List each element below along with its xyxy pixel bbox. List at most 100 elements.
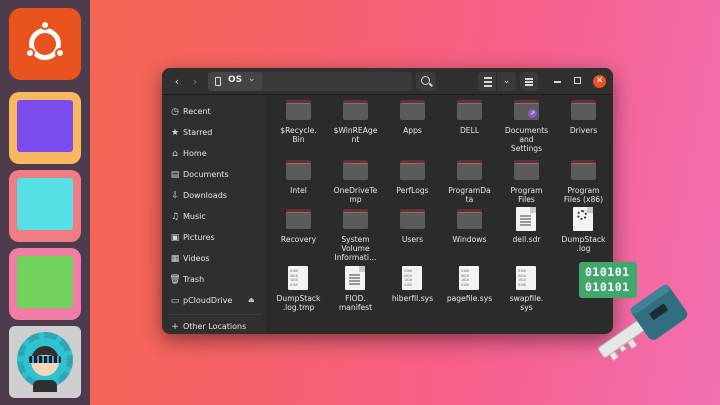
binary-file-icon: 0100 0010 1010 0100 bbox=[516, 266, 536, 290]
file-manager-window: ‹ › OS ⌄ ⌄ ✕ ◷ Recent ★ Starred ⌂ Home ▤… bbox=[162, 68, 613, 334]
sidebar-item-label: Other Locations bbox=[183, 322, 247, 331]
drive-icon: ▭ bbox=[170, 296, 180, 306]
minimize-icon[interactable] bbox=[554, 81, 561, 83]
document-icon: ▤ bbox=[170, 170, 180, 180]
file-name: Users bbox=[401, 235, 424, 244]
hamburger-line bbox=[525, 84, 533, 86]
folder-icon bbox=[400, 209, 425, 229]
hamburger-line bbox=[525, 81, 533, 83]
sidebar-item-label: Trash bbox=[183, 275, 205, 284]
sidebar-item-other-locations[interactable]: + Other Locations bbox=[162, 318, 268, 334]
eject-icon[interactable]: ⏏ bbox=[248, 296, 255, 304]
sidebar-item-videos[interactable]: ▦ Videos bbox=[162, 250, 268, 270]
binary-glyphs: 0100 0010 1010 0100 bbox=[404, 269, 412, 287]
folder-icon bbox=[286, 160, 311, 180]
file-name: $WinREAge nt bbox=[333, 126, 378, 144]
dock-app-purple[interactable] bbox=[9, 92, 81, 164]
forward-button[interactable]: › bbox=[186, 72, 204, 91]
chevron-left-icon: ‹ bbox=[174, 75, 180, 88]
dock bbox=[0, 0, 90, 405]
dock-settings-app[interactable] bbox=[9, 326, 81, 398]
file-name: $Recycle. Bin bbox=[280, 126, 317, 144]
sidebar-item-downloads[interactable]: ⇩ Downloads bbox=[162, 187, 268, 207]
key-decoration: 010101 010101 bbox=[575, 262, 695, 372]
sidebar-item-label: Downloads bbox=[183, 191, 227, 200]
file-name: Documents and Settings bbox=[504, 126, 549, 153]
sidebar-item-music[interactable]: ♫ Music bbox=[162, 208, 268, 228]
binary-glyphs: 0100 0010 1010 0100 bbox=[290, 269, 298, 287]
file-name: OneDriveTe mp bbox=[333, 186, 378, 204]
home-icon: ⌂ bbox=[172, 149, 178, 159]
text-file-icon bbox=[516, 207, 536, 231]
ubuntu-dot bbox=[40, 20, 50, 30]
sidebar-item-home[interactable]: ⌂ Home bbox=[162, 145, 268, 165]
main-menu-button[interactable] bbox=[520, 72, 538, 91]
path-bar[interactable]: OS ⌄ bbox=[208, 72, 412, 91]
sidebar-item-pictures[interactable]: ▣ Pictures bbox=[162, 229, 268, 249]
view-options-button[interactable]: ⌄ bbox=[497, 72, 516, 91]
folder-icon bbox=[571, 100, 596, 120]
binary-file-icon: 0100 0010 1010 0100 bbox=[459, 266, 479, 290]
folder-icon bbox=[343, 209, 368, 229]
binary-glyphs: 0100 0010 1010 0100 bbox=[518, 269, 526, 287]
sidebar-item-label: Videos bbox=[183, 254, 210, 263]
search-button[interactable] bbox=[416, 72, 436, 91]
trash-icon: 🗑 bbox=[169, 275, 181, 285]
video-icon: ▦ bbox=[170, 254, 180, 264]
ubuntu-logo-icon[interactable] bbox=[9, 8, 81, 80]
binary-glyphs: 0100 0010 1010 0100 bbox=[461, 269, 469, 287]
folder-icon bbox=[343, 100, 368, 120]
folder-icon bbox=[457, 209, 482, 229]
sidebar-item-starred[interactable]: ★ Starred bbox=[162, 124, 268, 144]
list-line bbox=[484, 77, 492, 79]
chevron-down-icon: ⌄ bbox=[502, 76, 511, 86]
config-file-icon bbox=[573, 207, 593, 231]
picture-icon: ▣ bbox=[170, 233, 180, 243]
folder-icon bbox=[400, 100, 425, 120]
sidebar-item-trash[interactable]: 🗑 Trash bbox=[162, 271, 268, 291]
sidebar-item-label: Documents bbox=[183, 170, 229, 179]
view-toggle[interactable]: ⌄ bbox=[478, 72, 516, 91]
sidebar-item-documents[interactable]: ▤ Documents bbox=[162, 166, 268, 186]
sidebar-item-label: Pictures bbox=[183, 233, 215, 242]
hamburger-line bbox=[525, 78, 533, 80]
chevron-down-icon[interactable]: ⌄ bbox=[248, 74, 256, 84]
key-icon bbox=[597, 284, 688, 362]
sidebar-item-label: Starred bbox=[183, 128, 213, 137]
file-name: System Volume Informati… bbox=[334, 235, 377, 262]
file-name: dell.sdr bbox=[512, 235, 541, 244]
sidebar-item-recent[interactable]: ◷ Recent bbox=[162, 103, 268, 123]
folder-icon bbox=[457, 160, 482, 180]
sidebar-item-pclouddrive[interactable]: ▭ pCloudDrive ⏏ bbox=[162, 292, 268, 312]
maximize-icon[interactable] bbox=[574, 77, 581, 84]
path-segment-os[interactable]: OS ⌄ bbox=[208, 72, 262, 91]
file-name: Windows bbox=[452, 235, 487, 244]
sidebar-separator bbox=[168, 314, 262, 315]
list-view-button[interactable] bbox=[478, 72, 497, 91]
file-name: Program Files (x86) bbox=[563, 186, 604, 204]
folder-icon bbox=[514, 160, 539, 180]
clock-icon: ◷ bbox=[171, 107, 179, 117]
list-line bbox=[484, 85, 492, 87]
sidebar-item-label: Recent bbox=[183, 107, 211, 116]
close-button[interactable]: ✕ bbox=[593, 75, 606, 88]
folder-link-icon: ↗ bbox=[514, 100, 539, 120]
gear-icon bbox=[577, 210, 587, 220]
folder-icon bbox=[343, 160, 368, 180]
file-name: FIOD. manifest bbox=[338, 294, 373, 312]
sidebar: ◷ Recent ★ Starred ⌂ Home ▤ Documents ⇩ … bbox=[162, 95, 268, 334]
dock-app-cyan[interactable] bbox=[9, 170, 81, 242]
dock-app-green[interactable] bbox=[9, 248, 81, 320]
link-arrow-icon: ↗ bbox=[528, 109, 537, 118]
music-icon: ♫ bbox=[170, 212, 180, 222]
headerbar: ‹ › OS ⌄ ⌄ ✕ bbox=[162, 68, 613, 95]
download-icon: ⇩ bbox=[171, 191, 179, 201]
file-name: hiberfil.sys bbox=[391, 294, 434, 303]
binary-file-icon: 0100 0010 1010 0100 bbox=[288, 266, 308, 290]
back-button[interactable]: ‹ bbox=[168, 72, 186, 91]
drive-icon bbox=[215, 77, 221, 86]
dock-app-cyan-icon bbox=[17, 178, 73, 230]
text-file-icon bbox=[345, 266, 365, 290]
file-grid: $Recycle. Bin $WinREAge nt Apps DELL ↗ Doc… bbox=[268, 95, 613, 334]
file-name: DumpStack .log bbox=[561, 235, 606, 253]
